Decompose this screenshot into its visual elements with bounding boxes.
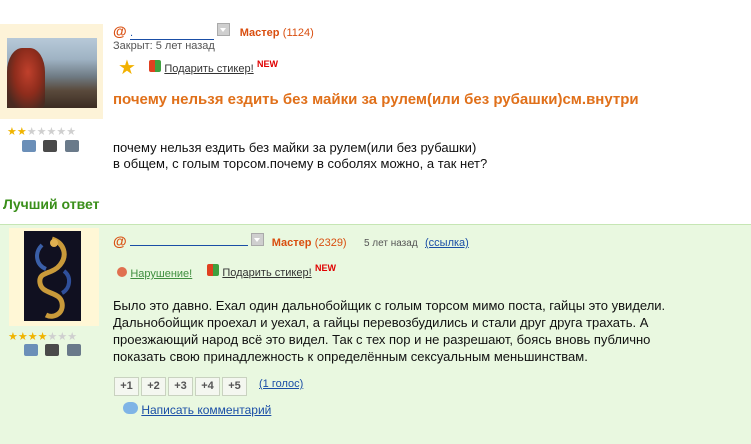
author-points: (2329) <box>314 237 347 249</box>
author-rank: Мастер <box>271 237 312 249</box>
answer-body-line: показать свою принадлежность к определён… <box>113 349 588 364</box>
answer-permalink[interactable]: (ссылка) <box>425 237 469 249</box>
answer-user-icons <box>24 344 81 359</box>
question-avatar-figure <box>7 48 45 108</box>
star-icon: ★ <box>26 126 37 138</box>
star-icon: ★ <box>27 331 38 343</box>
user-at-icon: @ <box>113 233 127 249</box>
answer-divider <box>0 224 751 225</box>
comment-bubble-icon <box>123 402 138 414</box>
question-title: почему нельзя ездить без майки за рулем(… <box>113 91 639 108</box>
report-action: Нарушение! <box>117 266 192 280</box>
write-comment: Написать комментарий <box>123 402 271 417</box>
star-icon: ★ <box>36 126 47 138</box>
warning-icon <box>117 267 127 277</box>
star-icon: ★ <box>17 331 28 343</box>
answer-body-line: проезжающий народ всё это видел. Так с т… <box>113 332 651 347</box>
profile-icon[interactable] <box>24 344 38 356</box>
gift-icon <box>207 264 219 276</box>
user-menu-button[interactable] <box>217 23 231 36</box>
author-rank: Мастер <box>239 27 280 39</box>
question-gift: Подарить стикер! NEW <box>149 59 279 75</box>
star-icon: ★ <box>66 126 77 138</box>
gift-sticker-link[interactable]: Подарить стикер! <box>164 63 253 75</box>
vote-plus-5-button[interactable]: +5 <box>222 377 247 396</box>
question-closed-status: Закрыт: 5 лет назад <box>113 40 215 52</box>
vote-plus-3-button[interactable]: +3 <box>168 377 193 396</box>
star-icon: ★ <box>37 331 48 343</box>
answer-author: @ Мастер (2329) 5 лет назад (ссылка) <box>113 233 469 249</box>
author-name-link[interactable] <box>130 233 248 246</box>
new-badge: NEW <box>257 59 279 69</box>
dragon-image <box>35 236 71 319</box>
author-name-link[interactable]: . <box>130 27 214 40</box>
answer-avatar[interactable] <box>24 231 81 321</box>
question-user-icons <box>22 140 79 155</box>
question-body-line-1: почему нельзя ездить без майки за рулем(… <box>113 140 477 155</box>
photo-icon[interactable] <box>45 344 60 356</box>
votes-count-link[interactable]: (1 голос) <box>259 378 303 390</box>
answer-rating-stars: ★★★★★★★ <box>8 329 77 343</box>
photo-icon[interactable] <box>43 140 58 152</box>
vote-plus-4-button[interactable]: +4 <box>195 377 220 396</box>
best-answer-heading: Лучший ответ <box>3 196 100 212</box>
star-icon: ★ <box>7 126 17 138</box>
answer-gift: Подарить стикер! NEW <box>207 263 337 279</box>
star-icon: ★ <box>46 126 57 138</box>
star-icon: ★ <box>8 331 18 343</box>
user-at-icon: @ <box>113 23 127 39</box>
gift-icon <box>149 60 161 72</box>
question-body-line-2: в общем, с голым торсом.почему в соболях… <box>113 156 488 171</box>
star-icon: ★ <box>47 331 58 343</box>
answer-body-line: Дальнобойщик проехал и уехал, а гайцы пе… <box>113 315 649 330</box>
profile-icon[interactable] <box>22 140 36 152</box>
vote-plus-2-button[interactable]: +2 <box>141 377 166 396</box>
write-comment-link[interactable]: Написать комментарий <box>141 403 271 417</box>
answer-body-line: Было это давно. Ехал один дальнобойщик с… <box>113 298 666 313</box>
question-rating-stars: ★★★★★★★ <box>7 124 76 138</box>
star-icon: ★ <box>67 331 78 343</box>
vote-plus-1-button[interactable]: +1 <box>114 377 139 396</box>
answer-body: Было это давно. Ехал один дальнобойщик с… <box>113 297 743 365</box>
gift-sticker-link[interactable]: Подарить стикер! <box>222 267 311 279</box>
star-icon: ★ <box>57 331 68 343</box>
star-icon: ★ <box>56 126 67 138</box>
new-badge: NEW <box>315 263 337 273</box>
video-icon[interactable] <box>64 140 79 152</box>
star-icon: ★ <box>16 126 27 138</box>
report-link[interactable]: Нарушение! <box>130 268 192 280</box>
user-menu-button[interactable] <box>251 233 265 246</box>
question-author: @ . Мастер (1124) <box>113 23 314 40</box>
favorite-star-icon[interactable]: ★ <box>118 58 136 78</box>
author-points: (1124) <box>282 27 314 39</box>
answer-time: 5 лет назад <box>363 238 418 249</box>
video-icon[interactable] <box>66 344 81 356</box>
